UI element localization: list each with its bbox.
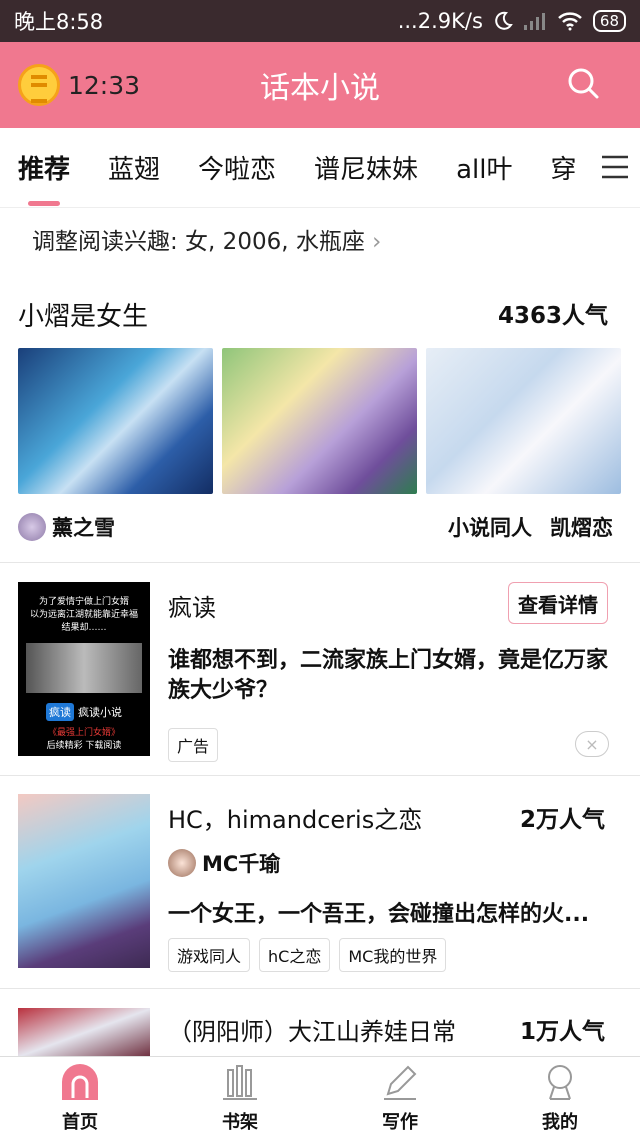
- ad-logo-badge: 疯读: [46, 703, 74, 721]
- featured-title: 小熠是女生: [18, 302, 149, 332]
- ad-image-footer: 后续精彩 下载阅读: [46, 741, 122, 751]
- book-cover[interactable]: [18, 794, 150, 968]
- network-speed: ...2.9K/s: [397, 9, 483, 33]
- featured-header[interactable]: 小熠是女生 4363人气: [18, 296, 608, 333]
- ad-photo: [26, 643, 142, 693]
- divider: [0, 562, 640, 563]
- pencil-icon: [384, 1065, 417, 1100]
- wifi-icon: [558, 12, 582, 31]
- search-icon[interactable]: [566, 66, 600, 100]
- view-details-button[interactable]: 查看详情: [508, 582, 608, 624]
- book-popularity: 1万人气: [519, 1019, 605, 1045]
- ad-image[interactable]: 为了爱情宁做上门女婿 以为远离江湖就能靠近幸福 结果却…… 疯读 疯读小说 《最…: [18, 582, 150, 756]
- nav-home[interactable]: 首页: [0, 1057, 160, 1138]
- ad-image-book: 《最强上门女婿》: [47, 728, 120, 738]
- nav-me[interactable]: 我的: [480, 1057, 640, 1138]
- ad-image-text: 结果却……: [61, 623, 107, 633]
- reading-timer[interactable]: 12:33: [18, 64, 140, 106]
- app-bar: 12:33 话本小说: [0, 42, 640, 128]
- book-tags: 游戏同人 hC之恋 MC我的世界: [168, 938, 447, 972]
- interest-settings-link[interactable]: 调整阅读兴趣: 女, 2006, 水瓶座 ›: [32, 222, 381, 256]
- featured-cover-image[interactable]: [18, 348, 213, 494]
- timer-value: 12:33: [68, 70, 141, 100]
- tab-chuan[interactable]: 穿: [550, 149, 576, 186]
- interest-text: 调整阅读兴趣: 女, 2006, 水瓶座: [32, 229, 365, 255]
- user-icon: [548, 1065, 572, 1100]
- featured-tag[interactable]: 凯熠恋: [550, 512, 613, 542]
- nav-write-label: 写作: [382, 1112, 418, 1133]
- tab-jinlalian[interactable]: 今啦恋: [198, 149, 276, 186]
- featured-author[interactable]: 薰之雪: [52, 512, 115, 542]
- category-tabs: 推荐 蓝翅 今啦恋 谱尼妹妹 all叶 穿: [0, 128, 640, 208]
- ad-logo: 疯读 疯读小说: [18, 703, 150, 721]
- divider: [0, 988, 640, 989]
- ad-image-text: 为了爱情宁做上门女婿: [38, 597, 129, 607]
- signal-icon: [523, 13, 545, 30]
- menu-icon[interactable]: [600, 154, 630, 180]
- book-title[interactable]: （阴阳师）大江山养娃日常: [168, 1012, 456, 1047]
- bookshelf-icon: [223, 1065, 257, 1100]
- divider: [0, 775, 640, 776]
- tab-lanchi[interactable]: 蓝翅: [108, 149, 160, 186]
- battery-indicator: 68: [592, 10, 626, 32]
- nav-bookshelf-label: 书架: [222, 1112, 258, 1133]
- book-tag[interactable]: 游戏同人: [168, 938, 251, 972]
- moon-icon: [495, 11, 513, 30]
- featured-cover-image[interactable]: [426, 348, 621, 494]
- book-cover[interactable]: [18, 1008, 150, 1058]
- tab-recommend[interactable]: 推荐: [18, 149, 70, 206]
- nav-home-label: 首页: [62, 1112, 98, 1133]
- chevron-right-icon: ›: [372, 229, 382, 255]
- book-tag[interactable]: hC之恋: [259, 938, 331, 972]
- ad-source: 疯读: [168, 594, 216, 622]
- book-description[interactable]: 一个女王，一个吾王，会碰撞出怎样的火...: [168, 896, 628, 928]
- nav-write[interactable]: 写作: [320, 1057, 480, 1138]
- bottom-nav: 首页 书架 写作 我的: [0, 1056, 640, 1138]
- book-author: MC千瑜: [202, 852, 281, 876]
- book-popularity: 2万人气: [519, 807, 605, 833]
- book-title[interactable]: HC，himandceris之恋: [168, 800, 422, 835]
- featured-meta: 薰之雪 小说同人 凯熠恋: [18, 512, 613, 542]
- avatar: [168, 849, 196, 877]
- featured-cover-image[interactable]: [222, 348, 417, 494]
- ad-text[interactable]: 谁都想不到，二流家族上门女婿，竟是亿万家族大少爷？: [168, 646, 623, 706]
- tab-punimeimei[interactable]: 谱尼妹妹: [314, 149, 418, 186]
- featured-tag[interactable]: 小说同人: [448, 512, 532, 542]
- featured-covers: [18, 348, 621, 494]
- ad-image-text: 以为远离江湖就能靠近幸福: [29, 610, 138, 620]
- nav-bookshelf[interactable]: 书架: [160, 1057, 320, 1138]
- status-time: 晚上8:58: [14, 10, 104, 34]
- close-icon[interactable]: ×: [575, 731, 609, 757]
- tab-allye[interactable]: all叶: [456, 149, 512, 186]
- book-tag[interactable]: MC我的世界: [339, 938, 447, 972]
- home-icon: [62, 1064, 98, 1100]
- book-author-row[interactable]: MC千瑜: [168, 848, 280, 878]
- avatar[interactable]: [18, 513, 46, 541]
- nav-me-label: 我的: [542, 1112, 578, 1133]
- status-bar: 晚上8:58 ...2.9K/s 68: [0, 0, 640, 42]
- featured-popularity: 4363人气: [497, 303, 608, 329]
- ad-logo-text: 疯读小说: [78, 706, 122, 719]
- ad-badge: 广告: [168, 728, 219, 762]
- alarm-clock-icon: [18, 64, 60, 106]
